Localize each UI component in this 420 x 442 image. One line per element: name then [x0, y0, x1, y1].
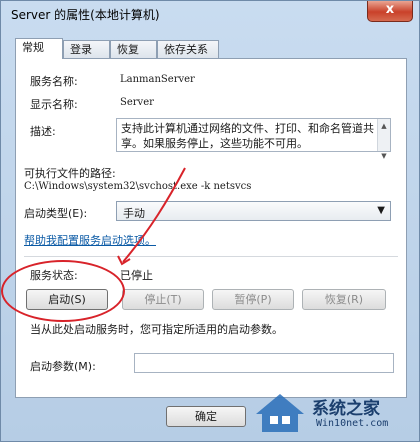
watermark: 系统之家 Win10net.com	[250, 388, 418, 440]
resume-button[interactable]: 恢复(R)	[302, 289, 386, 310]
service-name-label: 服务名称:	[30, 75, 78, 88]
description-text: 支持此计算机通过网络的文件、打印、和命名管道共享。如果服务停止，这些功能不可用。	[121, 122, 374, 150]
description-scrollbar[interactable]: ▲ ▼	[377, 119, 390, 160]
tab-logon[interactable]: 登录	[63, 40, 110, 58]
status-value: 已停止	[120, 269, 153, 282]
close-button[interactable]: x	[367, 1, 413, 22]
params-label: 启动参数(M):	[30, 360, 96, 373]
window-title: Server 的属性(本地计算机)	[11, 8, 160, 22]
path-label: 可执行文件的路径:	[24, 167, 116, 180]
startup-type-value: 手动	[123, 207, 145, 220]
description-box[interactable]: 支持此计算机通过网络的文件、打印、和命名管道共享。如果服务停止，这些功能不可用。…	[116, 118, 391, 160]
service-name-value: LanmanServer	[120, 74, 195, 85]
params-hint: 当从此处启动服务时，您可指定所适用的启动参数。	[30, 323, 283, 336]
house-logo-icon	[256, 394, 304, 432]
properties-dialog: Server 的属性(本地计算机) x 常规 登录 恢复 依存关系 服务名称: …	[0, 0, 420, 442]
chevron-down-icon: ▼	[377, 205, 385, 216]
tab-dependencies[interactable]: 依存关系	[157, 40, 219, 58]
watermark-url: Win10net.com	[316, 418, 389, 429]
pause-button[interactable]: 暂停(P)	[212, 289, 294, 310]
display-name-value: Server	[120, 97, 154, 108]
general-panel: 服务名称: LanmanServer 显示名称: Server 描述: 支持此计…	[15, 58, 407, 398]
tab-general[interactable]: 常规	[15, 38, 63, 59]
display-name-label: 显示名称:	[30, 98, 78, 111]
divider	[24, 256, 398, 257]
annotation-circle	[1, 260, 125, 322]
description-label: 描述:	[30, 125, 56, 138]
ok-button[interactable]: 确定	[166, 406, 246, 427]
params-input[interactable]	[134, 353, 394, 373]
close-icon: x	[385, 2, 395, 17]
watermark-brand: 系统之家	[312, 399, 380, 419]
stop-button[interactable]: 停止(T)	[122, 289, 204, 310]
startup-type-select[interactable]: 手动 ▼	[116, 201, 391, 221]
title-bar[interactable]: Server 的属性(本地计算机) x	[1, 1, 419, 29]
path-value: C:\Windows\system32\svchost.exe -k netsv…	[24, 181, 252, 192]
help-link[interactable]: 帮助我配置服务启动选项。	[24, 232, 156, 248]
startup-type-label: 启动类型(E):	[24, 207, 88, 220]
tab-recovery[interactable]: 恢复	[110, 40, 157, 58]
